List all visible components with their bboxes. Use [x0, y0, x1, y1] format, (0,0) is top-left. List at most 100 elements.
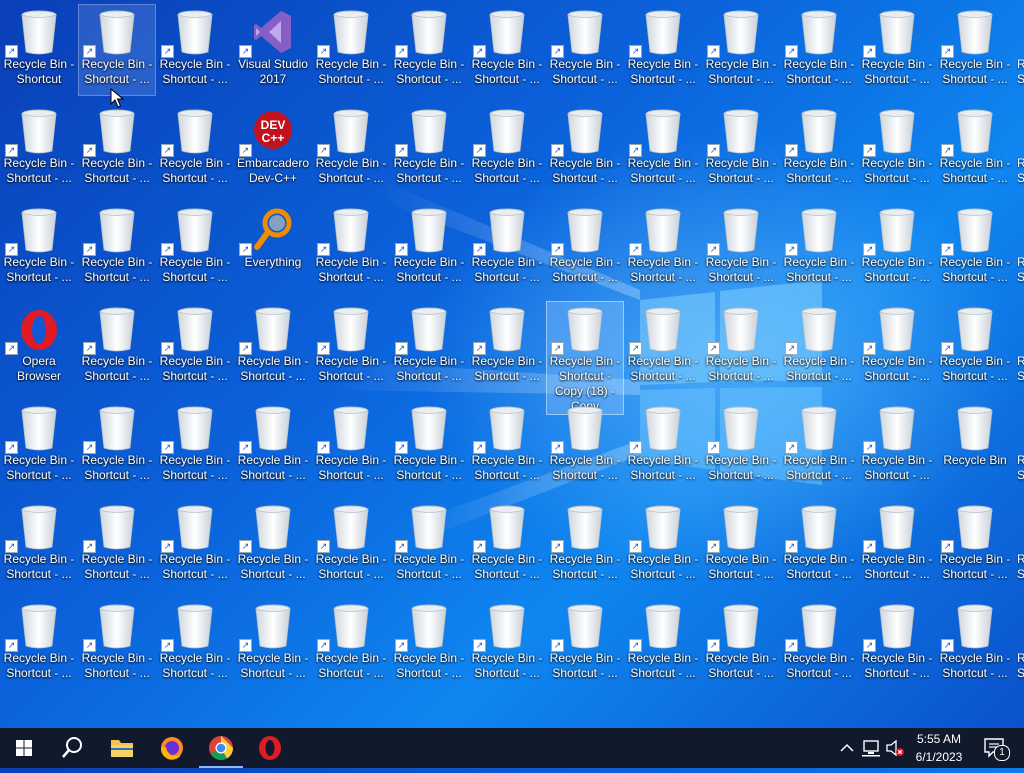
- desktop-icon[interactable]: ↗ Recycle Bin - Shortcut - ...: [547, 104, 623, 194]
- desktop-icon[interactable]: ↗ Recycle Bin - Shortcut - ...: [79, 599, 155, 689]
- volume-muted-icon[interactable]: [885, 738, 905, 758]
- desktop-icon[interactable]: ↗ Recycle Bin - Shortcut - Copy (18) - Co…: [546, 301, 624, 415]
- notification-button[interactable]: 1: [980, 728, 1010, 768]
- desktop-icon[interactable]: ↗ Recycle Bin - Shortcut - ...: [781, 203, 857, 293]
- desktop-icon[interactable]: ↗ Recycle Bin - Shortcut - ...: [79, 104, 155, 194]
- desktop-icon[interactable]: ↗ Recycle Bin - Shortcut - ...: [391, 500, 467, 590]
- start-button[interactable]: [0, 728, 48, 768]
- desktop-icon[interactable]: ↗ Recycle Bin - Shortcut - ...: [391, 5, 467, 95]
- desktop-icon[interactable]: ↗ Recycle Bin - Shortcut - ...: [391, 104, 467, 194]
- chevron-up-icon[interactable]: [838, 738, 856, 758]
- desktop-icon[interactable]: ↗ Recycle Bin - Shortcut - ...: [469, 401, 545, 491]
- desktop-icon[interactable]: ↗ Recycle Bin - Shortcut - ...: [937, 302, 1013, 392]
- desktop-icon[interactable]: ↗ Recycle Bin - Shortcut - ...: [469, 500, 545, 590]
- desktop-icon[interactable]: ↗ Recycle Bin - Shortcut - ...: [859, 203, 935, 293]
- network-icon[interactable]: [861, 738, 881, 758]
- desktop-icon[interactable]: ↗ Recycle Bin - Shortcut - ...: [625, 104, 701, 194]
- desktop-icon[interactable]: ↗ Recycle Bin - Shortcut - ...: [157, 5, 233, 95]
- desktop-icon[interactable]: ↗ Recycle Bin - Shortcut - ...: [235, 401, 311, 491]
- desktop-icon[interactable]: ↗ Recycle Bin - Shortcut - ...: [313, 203, 389, 293]
- desktop-icon[interactable]: ↗ Recycle Bin - Shortcut - ...: [781, 5, 857, 95]
- desktop-icon[interactable]: ↗ Recycle Bin - Shortcut - ...: [781, 500, 857, 590]
- desktop-icon[interactable]: ↗ Recycle Bin - Shortcut - ...: [157, 599, 233, 689]
- desktop-icon[interactable]: ↗ Recycle Bin - Shortcut - ...: [937, 599, 1013, 689]
- desktop-icon[interactable]: ↗ Recycle Bin - Shortcut - ...: [313, 302, 389, 392]
- desktop-icon[interactable]: ↗ Recycle Bin - Shortcut - ...: [313, 5, 389, 95]
- desktop-icon[interactable]: ↗ Recycle Bin - Shortcut - ...: [313, 104, 389, 194]
- desktop-icon[interactable]: ↗ Recycle Bin - Shortcut - ...: [625, 5, 701, 95]
- desktop-icon[interactable]: ↗ Recycle Bin - Shortcut - ...: [79, 500, 155, 590]
- desktop-icon[interactable]: ↗ Recycle Bin - Shortcut - ...: [469, 599, 545, 689]
- desktop-icon[interactable]: ↗ Recycle Bin - Shortcut - ...: [547, 401, 623, 491]
- desktop-icon[interactable]: ↗ Recycle Bin - Shortcut - ...: [391, 203, 467, 293]
- desktop-icon[interactable]: ↗ Recycle Bin - Shortcut - ...: [937, 104, 1013, 194]
- desktop-icon[interactable]: ↗ Recycle Bin - Shortcut - ...: [157, 203, 233, 293]
- desktop-icon[interactable]: ↗ Visual Studio 2017: [235, 5, 311, 95]
- desktop-icon[interactable]: ↗ Recycle Bin - Shortcut - ...: [78, 4, 156, 96]
- desktop-icon[interactable]: ↗ Recycle Bin - Shortcut - ...: [703, 5, 779, 95]
- desktop[interactable]: ↗ Recycle Bin - Shortcut ↗ Recycle Bin - Sh…: [0, 0, 1024, 728]
- desktop-icon[interactable]: DEV C++ ↗ Embarcadero Dev-C++: [235, 104, 311, 194]
- taskbar-chrome[interactable]: [197, 728, 245, 768]
- desktop-icon[interactable]: ↗ Everything: [235, 203, 311, 293]
- desktop-icon[interactable]: ↗ Recycle Bin - Shortcut - ...: [859, 5, 935, 95]
- desktop-icon[interactable]: ↗ Recycle Bin - Shortcut - ...: [1, 104, 77, 194]
- desktop-icon[interactable]: Recycle Bin: [937, 401, 1013, 491]
- desktop-icon[interactable]: ↗ Recycle Bin - Shortcut: [1, 5, 77, 95]
- search-button[interactable]: [48, 728, 96, 768]
- desktop-icon[interactable]: ↗ Recycle Bin - Shortcut - ...: [703, 500, 779, 590]
- desktop-icon[interactable]: ↗ Recycle Bin - Shortcut - ...: [313, 599, 389, 689]
- desktop-icon[interactable]: ↗ Recycle Bin - Shortcut - ...: [625, 500, 701, 590]
- desktop-icon[interactable]: ↗ Recycle Bin - Shortcut - ...: [157, 302, 233, 392]
- desktop-icon[interactable]: ↗ Recycle Bin - Shortcut - ...: [313, 500, 389, 590]
- desktop-icon[interactable]: ↗ Recycle Bin - Shortcut - ...: [937, 500, 1013, 590]
- desktop-icon[interactable]: ↗ Recycle Bin - Shortcut - ...: [625, 599, 701, 689]
- desktop-icon[interactable]: ↗ Recycle Bin - Shortcut - ...: [937, 5, 1013, 95]
- desktop-icon[interactable]: ↗ Recycle Bin - Shortcut - ...: [781, 104, 857, 194]
- desktop-icon[interactable]: ↗ Recycle Bin - Shortcut - ...: [157, 500, 233, 590]
- desktop-icon[interactable]: ↗ Recycle Bin - Shortcut - ...: [625, 401, 701, 491]
- desktop-icon[interactable]: ↗ Recycle Bin - Shortcut - ...: [625, 203, 701, 293]
- clock[interactable]: 5:55 AM 6/1/2023: [908, 730, 970, 766]
- desktop-icon[interactable]: ↗ Recycle Bin - Shortcut - ...: [1, 203, 77, 293]
- desktop-icon[interactable]: ↗ Recycle Bin - Shortcut - ...: [937, 203, 1013, 293]
- desktop-icon[interactable]: ↗ Recycle Bin - Shortcut - ...: [859, 104, 935, 194]
- desktop-icon[interactable]: ↗ Recycle Bin - Shortcut - ...: [1, 500, 77, 590]
- desktop-icon[interactable]: ↗ Recycle Bin - Shortcut - ...: [859, 302, 935, 392]
- desktop-icon[interactable]: ↗ Recycle Bin - Shortcut - ...: [79, 203, 155, 293]
- desktop-icon[interactable]: ↗ Recycle Bin - Shortcut - ...: [469, 5, 545, 95]
- desktop-icon[interactable]: ↗ Recycle Bin - Shortcut - ...: [703, 302, 779, 392]
- desktop-icon[interactable]: ↗ Recycle Bin - Shortcut - ...: [235, 500, 311, 590]
- desktop-icon[interactable]: ↗ Recycle Bin - Shortcut - ...: [625, 302, 701, 392]
- desktop-icon[interactable]: ↗ Recycle Bin - Shortcut - ...: [859, 599, 935, 689]
- desktop-icon[interactable]: ↗ Recycle Bin - Shortcut - ...: [157, 401, 233, 491]
- desktop-icon[interactable]: ↗ Recycle Bin - Shortcut - ...: [391, 401, 467, 491]
- desktop-icon[interactable]: ↗ Recycle Bin - Shortcut - ...: [469, 302, 545, 392]
- desktop-icon[interactable]: ↗ Recycle Bin - Shortcut - ...: [547, 599, 623, 689]
- desktop-icon[interactable]: ↗ Recycle Bin - Shortcut - ...: [157, 104, 233, 194]
- desktop-icon[interactable]: ↗ Recycle Bin - Shortcut - ...: [547, 5, 623, 95]
- taskbar-file-explorer[interactable]: [98, 728, 146, 768]
- desktop-icon[interactable]: ↗ Recycle Bin - Shortcut - ...: [781, 401, 857, 491]
- desktop-icon[interactable]: ↗ Recycle Bin - Shortcut - ...: [391, 302, 467, 392]
- desktop-icon[interactable]: ↗ Recycle Bin - Shortcut - ...: [703, 401, 779, 491]
- taskbar-opera[interactable]: [246, 728, 294, 768]
- desktop-icon[interactable]: ↗ Recycle Bin - Shortcut - ...: [859, 401, 935, 491]
- desktop-icon[interactable]: ↗ Recycle Bin - Shortcut - ...: [703, 104, 779, 194]
- desktop-icon[interactable]: ↗ Recycle Bin - Shortcut - ...: [235, 599, 311, 689]
- desktop-icon[interactable]: ↗ Recycle Bin - Shortcut - ...: [1, 599, 77, 689]
- desktop-icon[interactable]: ↗ Recycle Bin - Shortcut - ...: [79, 302, 155, 392]
- desktop-icon[interactable]: ↗ Recycle Bin - Shortcut - ...: [469, 203, 545, 293]
- desktop-icon[interactable]: ↗ Recycle Bin - Shortcut - ...: [781, 302, 857, 392]
- desktop-icon[interactable]: ↗ Recycle Bin - Shortcut - ...: [859, 500, 935, 590]
- desktop-icon[interactable]: ↗ Recycle Bin - Shortcut - ...: [547, 203, 623, 293]
- desktop-icon[interactable]: ↗ Recycle Bin - Shortcut - ...: [781, 599, 857, 689]
- taskbar-firefox[interactable]: [148, 728, 196, 768]
- desktop-icon[interactable]: ↗ Recycle Bin - Shortcut - ...: [391, 599, 467, 689]
- desktop-icon[interactable]: ↗ Recycle Bin - Shortcut - ...: [703, 203, 779, 293]
- desktop-icon[interactable]: ↗ Recycle Bin - Shortcut - ...: [703, 599, 779, 689]
- desktop-icon[interactable]: ↗ Recycle Bin - Shortcut - ...: [235, 302, 311, 392]
- desktop-icon[interactable]: ↗ Opera Browser: [1, 302, 77, 392]
- desktop-icon[interactable]: ↗ Recycle Bin - Shortcut - ...: [469, 104, 545, 194]
- desktop-icon[interactable]: ↗ Recycle Bin - Shortcut - ...: [1, 401, 77, 491]
